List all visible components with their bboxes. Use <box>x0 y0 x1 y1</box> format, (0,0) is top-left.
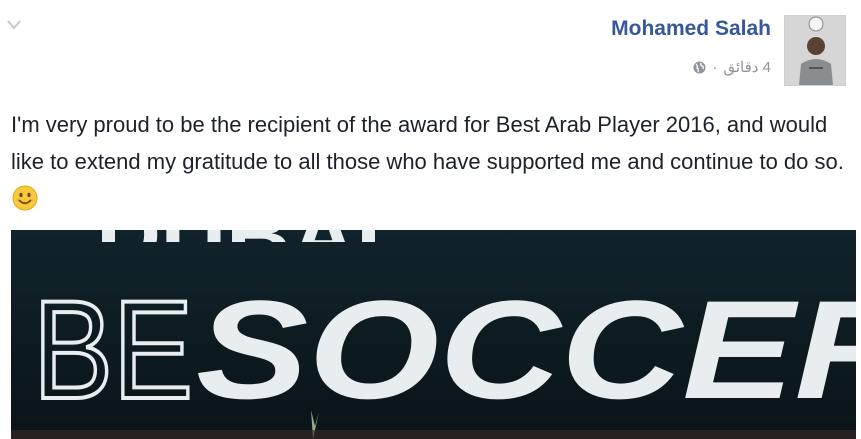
smiling-face-emoji-icon <box>12 185 38 211</box>
photo-banner: DUBAI BE SOCCER <box>11 230 856 439</box>
post-text-content: I'm very proud to be the recipient of th… <box>11 112 844 174</box>
avatar-photo <box>785 16 845 85</box>
post-meta: · 4 دقائق <box>693 58 771 76</box>
chevron-down-icon[interactable] <box>6 18 22 32</box>
post-timestamp[interactable]: 4 دقائق <box>723 58 771 76</box>
globe-icon[interactable] <box>693 61 706 74</box>
post-text: I'm very proud to be the recipient of th… <box>11 106 856 217</box>
avatar[interactable] <box>784 15 846 86</box>
post-photo[interactable]: DUBAI BE SOCCER <box>11 230 856 439</box>
banner-word-soccer: SOCCER <box>196 271 856 428</box>
author-name[interactable]: Mohamed Salah <box>611 17 771 41</box>
banner-word-be: BE <box>33 271 193 428</box>
meta-separator: · <box>712 58 718 76</box>
